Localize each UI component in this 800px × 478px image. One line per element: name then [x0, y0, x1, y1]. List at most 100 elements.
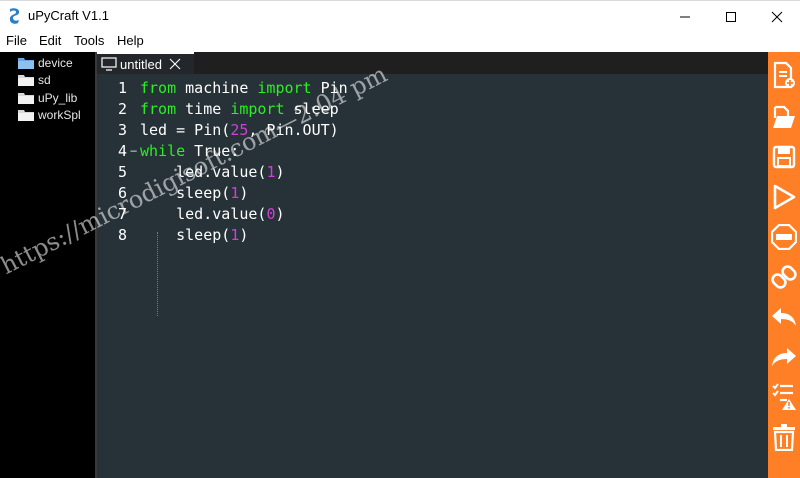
- keyword-token: from: [140, 79, 177, 97]
- line-number: 4: [117, 142, 127, 160]
- code-editor[interactable]: 1 from machine import Pin 2 from time impor…: [97, 74, 768, 478]
- tab-untitled[interactable]: untitled: [97, 52, 194, 74]
- folder-icon: [18, 74, 34, 86]
- code-token: sleep: [284, 100, 339, 118]
- tree-item-label: sd: [38, 72, 51, 87]
- menu-help[interactable]: Help: [117, 33, 144, 48]
- window-title: uPyCraft V1.1: [28, 8, 109, 23]
- run-icon: [773, 184, 796, 210]
- code-token: sleep(: [140, 184, 231, 202]
- open-file-button[interactable]: [768, 98, 800, 136]
- code-token: led.value(: [140, 205, 267, 223]
- tree-item-upy-lib[interactable]: uPy_lib: [18, 89, 77, 106]
- open-file-icon: [773, 105, 795, 128]
- tree-item-device[interactable]: device: [18, 54, 73, 71]
- code-token: Pin: [311, 79, 348, 97]
- line-number: 8: [117, 226, 127, 244]
- connect-button[interactable]: [768, 258, 800, 296]
- new-file-button[interactable]: [768, 56, 800, 94]
- code-token: , Pin.OUT): [248, 121, 339, 139]
- undo-icon: [772, 308, 796, 326]
- redo-icon: [772, 348, 796, 366]
- tab-label: untitled: [120, 56, 162, 72]
- code-token: ): [239, 184, 249, 202]
- minimize-icon: [680, 16, 690, 17]
- code-line[interactable]: 1 from machine import Pin: [97, 78, 768, 99]
- undo-button[interactable]: [768, 298, 800, 336]
- code-text: led.value(0): [140, 204, 285, 225]
- code-token: True:: [185, 142, 240, 160]
- number-token: 25: [230, 121, 249, 139]
- close-button[interactable]: [754, 1, 800, 32]
- code-line[interactable]: 4− while True:: [97, 141, 768, 162]
- folder-icon: [18, 57, 34, 69]
- maximize-icon: [726, 11, 736, 22]
- minimize-button[interactable]: [662, 1, 708, 32]
- code-line[interactable]: 8 sleep(1): [97, 225, 768, 246]
- fold-marker-icon[interactable]: −: [130, 141, 137, 162]
- number-token: 1: [230, 226, 240, 244]
- monitor-icon: [101, 57, 117, 71]
- keyword-token: from: [140, 100, 177, 118]
- code-token: machine: [176, 79, 258, 97]
- run-button[interactable]: [768, 178, 800, 216]
- code-token: ): [239, 226, 249, 244]
- code-line[interactable]: 5 led.value(1): [97, 162, 768, 183]
- syntax-check-button[interactable]: [768, 378, 800, 416]
- tree-item-label: uPy_lib: [38, 90, 78, 105]
- code-text: from machine import Pin: [140, 78, 348, 99]
- line-number: 5: [117, 163, 127, 181]
- code-line[interactable]: 6 sleep(1): [97, 183, 768, 204]
- number-token: 1: [230, 184, 240, 202]
- tree-item-workspace[interactable]: workSpl: [18, 106, 81, 123]
- folder-icon: [18, 92, 34, 104]
- line-number: 7: [117, 205, 127, 223]
- keyword-token: import: [230, 100, 285, 118]
- code-line[interactable]: 3 led = Pin(25, Pin.OUT): [97, 120, 768, 141]
- code-token: sleep(: [140, 226, 231, 244]
- code-text: led = Pin(25, Pin.OUT): [140, 120, 339, 141]
- code-token: time: [176, 100, 231, 118]
- line-number: 3: [117, 121, 127, 139]
- close-icon[interactable]: [169, 58, 181, 70]
- tree-item-sd[interactable]: sd: [18, 71, 51, 88]
- right-toolbar: [768, 52, 800, 478]
- clear-icon: [773, 424, 795, 451]
- menu-edit[interactable]: Edit: [39, 33, 61, 48]
- file-tree-sidebar: device sd uPy_lib workSpl: [0, 52, 95, 478]
- code-text: led.value(1): [140, 162, 284, 183]
- menu-bar: File Edit Tools Help: [0, 31, 800, 52]
- code-token: led = Pin(: [140, 121, 231, 139]
- tree-item-label: device: [38, 55, 73, 70]
- keyword-token: import: [257, 79, 312, 97]
- stop-button[interactable]: [768, 218, 800, 256]
- code-text: while True:: [140, 141, 239, 162]
- line-number: 2: [117, 100, 127, 118]
- code-line[interactable]: 2 from time import sleep: [97, 99, 768, 120]
- keyword-token: while: [140, 142, 186, 160]
- code-line[interactable]: 7 led.value(0): [97, 204, 768, 225]
- new-file-icon: [773, 61, 795, 89]
- tree-item-label: workSpl: [38, 107, 81, 122]
- maximize-button[interactable]: [708, 1, 754, 32]
- code-text: sleep(1): [140, 225, 248, 246]
- syntax-check-icon: [772, 383, 796, 410]
- redo-button[interactable]: [768, 338, 800, 376]
- clear-button[interactable]: [768, 418, 800, 456]
- stop-icon: [771, 224, 797, 250]
- code-text: sleep(1): [140, 183, 248, 204]
- connect-icon: [771, 265, 797, 289]
- line-number: 1: [117, 79, 127, 97]
- editor-tab-bar: untitled: [97, 52, 768, 74]
- menu-file[interactable]: File: [6, 33, 27, 48]
- save-button[interactable]: [768, 138, 800, 176]
- save-icon: [772, 145, 796, 169]
- code-token: led.value(: [140, 163, 267, 181]
- close-icon: [771, 11, 783, 22]
- code-token: ): [275, 205, 285, 223]
- folder-icon: [18, 109, 34, 121]
- upycraft-logo-icon: [9, 8, 20, 24]
- title-bar: uPyCraft V1.1: [0, 0, 800, 31]
- menu-tools[interactable]: Tools: [74, 33, 104, 48]
- code-text: from time import sleep: [140, 99, 339, 120]
